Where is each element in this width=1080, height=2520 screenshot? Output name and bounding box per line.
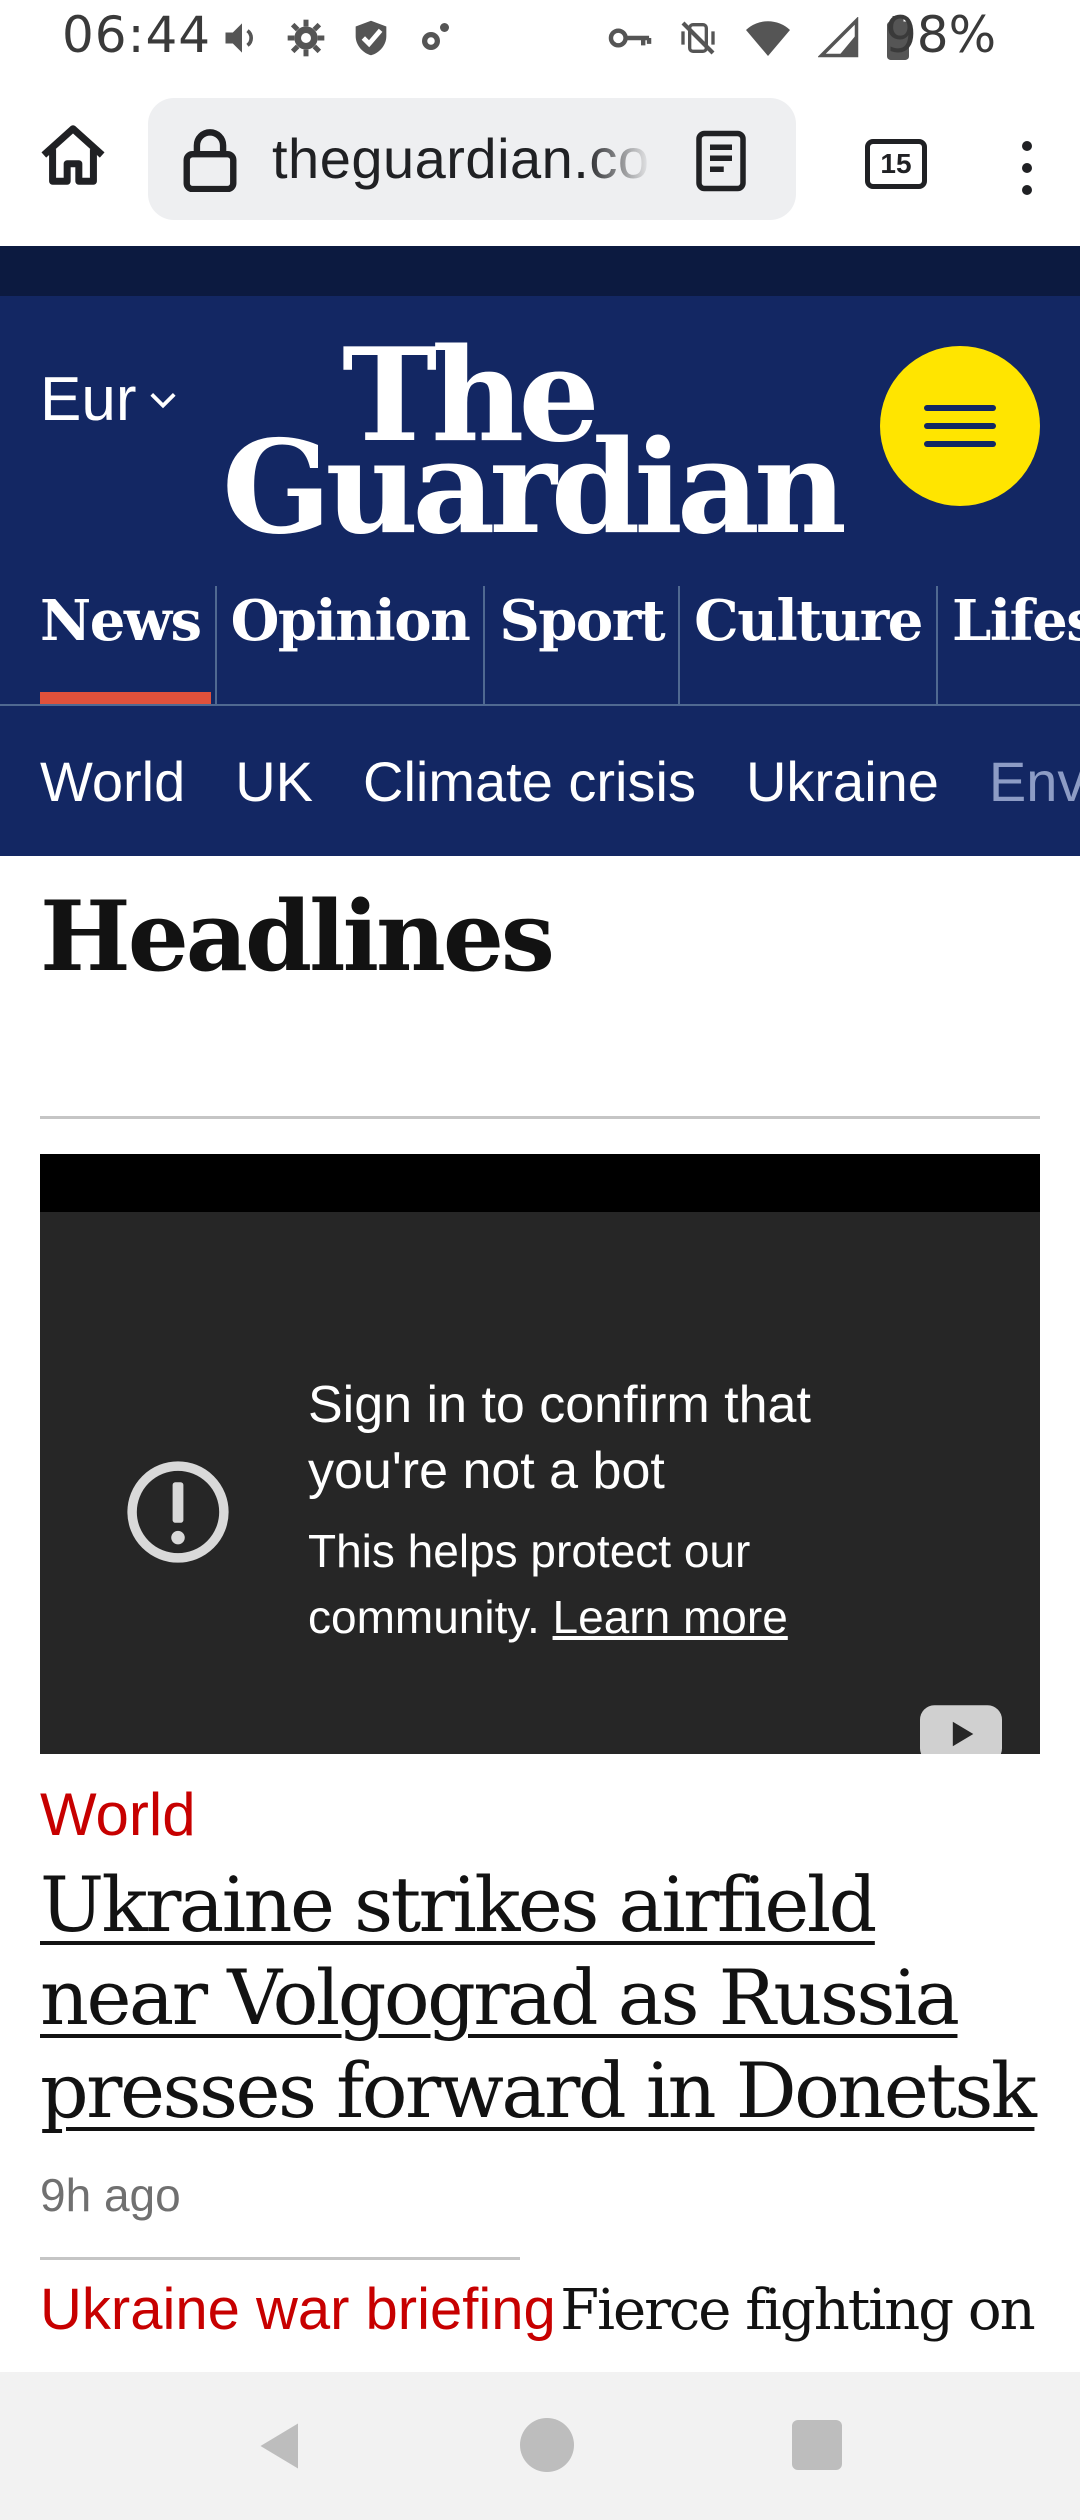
youtube-icon[interactable] <box>920 1704 1002 1754</box>
chevron-down-icon <box>150 392 177 408</box>
subnav-world[interactable]: World <box>40 749 185 814</box>
article-divider <box>40 2257 520 2260</box>
alert-icon <box>127 1461 229 1563</box>
subnav-environment[interactable]: Environment <box>989 749 1080 814</box>
cog-small-icon <box>422 23 449 50</box>
sub-nav: World UK Climate crisis Ukraine Environm… <box>0 706 1080 856</box>
home-button[interactable] <box>36 118 110 192</box>
browser-toolbar: theguardian.com 15 <box>0 76 1080 246</box>
pillar-sport[interactable]: Sport <box>485 586 681 704</box>
edition-label: Eur <box>40 365 137 434</box>
wifi-icon <box>746 21 790 56</box>
status-icons-right <box>608 10 910 66</box>
status-icons-left <box>220 10 452 66</box>
section-divider <box>40 1116 1040 1119</box>
tab-switcher-button[interactable]: 15 <box>856 128 936 200</box>
subnav-uk[interactable]: UK <box>235 749 313 814</box>
check-shield-icon <box>355 20 387 56</box>
tab-count: 15 <box>865 139 927 189</box>
recents-icon[interactable] <box>792 2420 842 2470</box>
status-time: 06:44 <box>62 6 212 64</box>
signal-icon <box>818 17 859 58</box>
guardian-logo[interactable]: The Guardian <box>222 332 847 552</box>
edition-selector[interactable]: Eur <box>40 364 178 435</box>
site-menu-button[interactable] <box>880 346 1040 506</box>
logo-line-guardian: Guardian <box>222 413 847 563</box>
vibrate-off-icon <box>681 21 715 55</box>
browser-menu-button[interactable] <box>1002 128 1052 208</box>
article-timestamp: 9h ago <box>40 2169 181 2221</box>
briefing-item[interactable]: Ukraine war briefing Fierce fighting on … <box>40 2272 1050 2372</box>
site-header: Eur The Guardian News Opinion Sport Cult… <box>0 296 1080 856</box>
status-bar: 06:44 98% <box>0 0 1080 76</box>
settings-icon <box>287 19 325 57</box>
volume-icon <box>225 23 253 53</box>
section-title: Headlines <box>40 880 555 993</box>
vpn-key-icon <box>608 28 652 48</box>
pillar-opinion[interactable]: Opinion <box>217 586 486 704</box>
video-error-title: Sign in to confirm that you're not a bot <box>308 1376 811 1500</box>
reader-mode-icon[interactable] <box>688 128 754 194</box>
pillar-lifestyle[interactable]: Lifestyle <box>938 586 1080 704</box>
url-text[interactable]: theguardian.com <box>272 126 652 196</box>
subnav-ukraine[interactable]: Ukraine <box>746 749 939 814</box>
menu-bar <box>924 405 996 411</box>
pillar-culture[interactable]: Culture <box>680 586 938 704</box>
menu-bar <box>924 423 996 429</box>
pillar-nav: News Opinion Sport Culture Lifestyle <box>0 586 1080 704</box>
article-kicker[interactable]: World <box>40 1780 196 1849</box>
home-icon <box>41 125 105 185</box>
menu-dot <box>1022 163 1032 173</box>
menu-dot <box>1022 141 1032 151</box>
home-nav-icon[interactable] <box>520 2418 574 2472</box>
learn-more-link[interactable]: Learn more <box>553 1591 788 1643</box>
menu-dot <box>1022 185 1032 195</box>
subnav-climate-crisis[interactable]: Climate crisis <box>363 749 696 814</box>
video-embed[interactable]: Sign in to confirm that you're not a bot… <box>40 1154 1040 1754</box>
briefing-headline: Fierce fighting on Pokrovsk front as Rus… <box>560 2278 1050 2343</box>
address-bar[interactable]: theguardian.com <box>148 98 796 220</box>
video-top-bar <box>40 1154 1040 1212</box>
lock-icon[interactable] <box>180 128 240 192</box>
battery-percent: 98% <box>885 6 997 64</box>
system-nav-bar <box>0 2372 1080 2520</box>
menu-bar <box>924 441 996 447</box>
article-headline[interactable]: Ukraine strikes airfield near Volgograd … <box>40 1858 1050 2137</box>
pillar-news[interactable]: News <box>0 586 217 704</box>
briefing-kicker: Ukraine war briefing <box>40 2277 556 2342</box>
video-error-message: This helps protect our community. Learn … <box>308 1518 948 1650</box>
back-icon[interactable] <box>248 2416 308 2476</box>
header-top-strip <box>0 246 1080 296</box>
